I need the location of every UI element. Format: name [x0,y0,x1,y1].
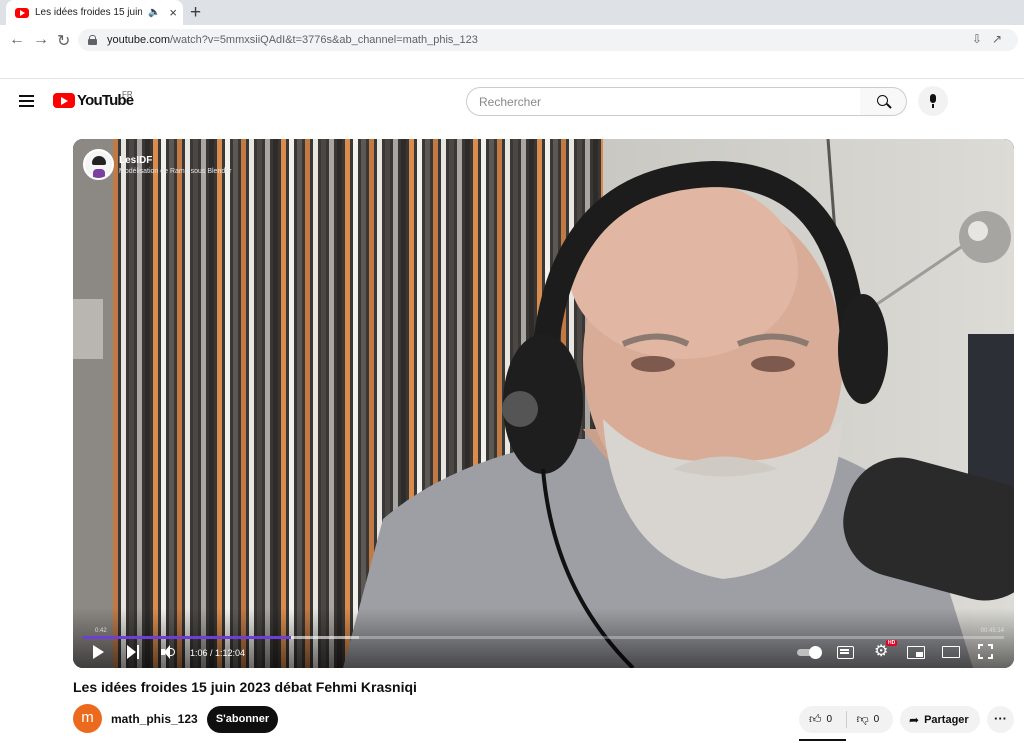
url-host: youtube.com [107,34,170,46]
like-count: 0 [826,714,833,725]
channel-watermark[interactable]: LesIDF Modélisation de Rama sous Blender [83,149,231,180]
speaker-icon[interactable]: 🔈 [148,7,160,18]
subtitles-icon[interactable] [837,646,854,659]
channel-avatar[interactable]: m [73,704,102,733]
watermark-avatar[interactable] [83,149,114,180]
play-icon[interactable] [93,645,104,659]
tab-title: Les idées froides 15 juin 2023 d [35,7,142,18]
country-code: FR [122,90,133,99]
dislike-count: 0 [873,714,880,725]
like-button[interactable]: 👍︎ 0 [799,712,846,727]
share-label: Partager [924,713,969,726]
player-controls: 1:06 / 1:12:04 ⚙ HD [73,639,1014,667]
video-player[interactable]: LesIDF Modélisation de Rama sous Blender… [73,139,1014,668]
search-box[interactable] [466,87,861,116]
chapter-end-label: 00:45:14 [980,628,1004,634]
video-title: Les idées froides 15 juin 2023 débat Feh… [73,679,417,695]
search-icon [877,95,888,106]
channel-name[interactable]: math_phis_123 [111,712,198,726]
watermark-subtitle: Modélisation de Rama sous Blender [119,167,232,175]
browser-tab[interactable]: Les idées froides 15 juin 2023 d 🔈 × [6,0,183,25]
more-actions-button[interactable]: ··· [987,706,1014,733]
thumbs-up-icon: 👍︎ [809,712,822,726]
install-app-icon[interactable]: ⇩↗ [972,32,1012,46]
browser-tabstrip: Les idées froides 15 juin 2023 d 🔈 × + [0,0,1024,25]
chapter-start-label: 0:42 [95,628,107,634]
lock-icon[interactable] [88,35,97,45]
watermark-text: LesIDF Modélisation de Rama sous Blender [119,155,231,175]
microphone-icon [930,94,936,108]
url-path: /watch?v=5mmxsiiQAdI&t=3776s&ab_channel=… [169,34,478,46]
forward-arrow-icon[interactable]: → [33,31,49,49]
close-icon[interactable]: × [169,5,177,20]
voice-search-button[interactable] [918,86,948,116]
hd-badge: HD [886,640,898,646]
browser-toolbar: ← → ↻ youtube.com/watch?v=5mmxsiiQAdI&t=… [0,25,1024,55]
youtube-favicon-icon [15,7,29,18]
subscribe-button[interactable]: S'abonner [207,706,278,733]
time-display: 1:06 / 1:12:04 [190,648,246,658]
dislike-button[interactable]: 👎︎ 0 [846,712,893,727]
like-underline [799,739,846,741]
fullscreen-icon[interactable] [978,644,993,659]
video-frame[interactable] [73,139,1014,668]
share-button[interactable]: ➦ Partager [900,706,980,733]
back-arrow-icon[interactable]: ← [9,31,25,49]
reload-icon[interactable]: ↻ [57,31,70,51]
youtube-masthead: YouTube FR [0,79,1024,123]
new-tab-button[interactable]: + [190,2,201,24]
youtube-play-logo-icon [53,93,75,108]
theater-mode-icon[interactable] [942,646,960,658]
like-dislike-group: 👍︎ 0 👎︎ 0 [799,706,893,733]
share-arrow-icon: ➦ [909,712,920,727]
watermark-channel-name[interactable]: LesIDF [119,155,231,166]
autoplay-toggle[interactable] [797,646,822,659]
settings-gear-icon[interactable]: ⚙ [874,644,889,660]
miniplayer-icon[interactable] [907,646,925,659]
url-text[interactable]: youtube.com/watch?v=5mmxsiiQAdI&t=3776s&… [107,34,478,46]
menu-icon[interactable] [19,95,34,107]
address-bar[interactable]: youtube.com/watch?v=5mmxsiiQAdI&t=3776s&… [78,29,1018,51]
next-icon[interactable] [127,645,141,659]
search-button[interactable] [860,87,907,116]
search-input[interactable] [479,94,860,109]
thumbs-down-icon: 👎︎ [856,712,869,726]
